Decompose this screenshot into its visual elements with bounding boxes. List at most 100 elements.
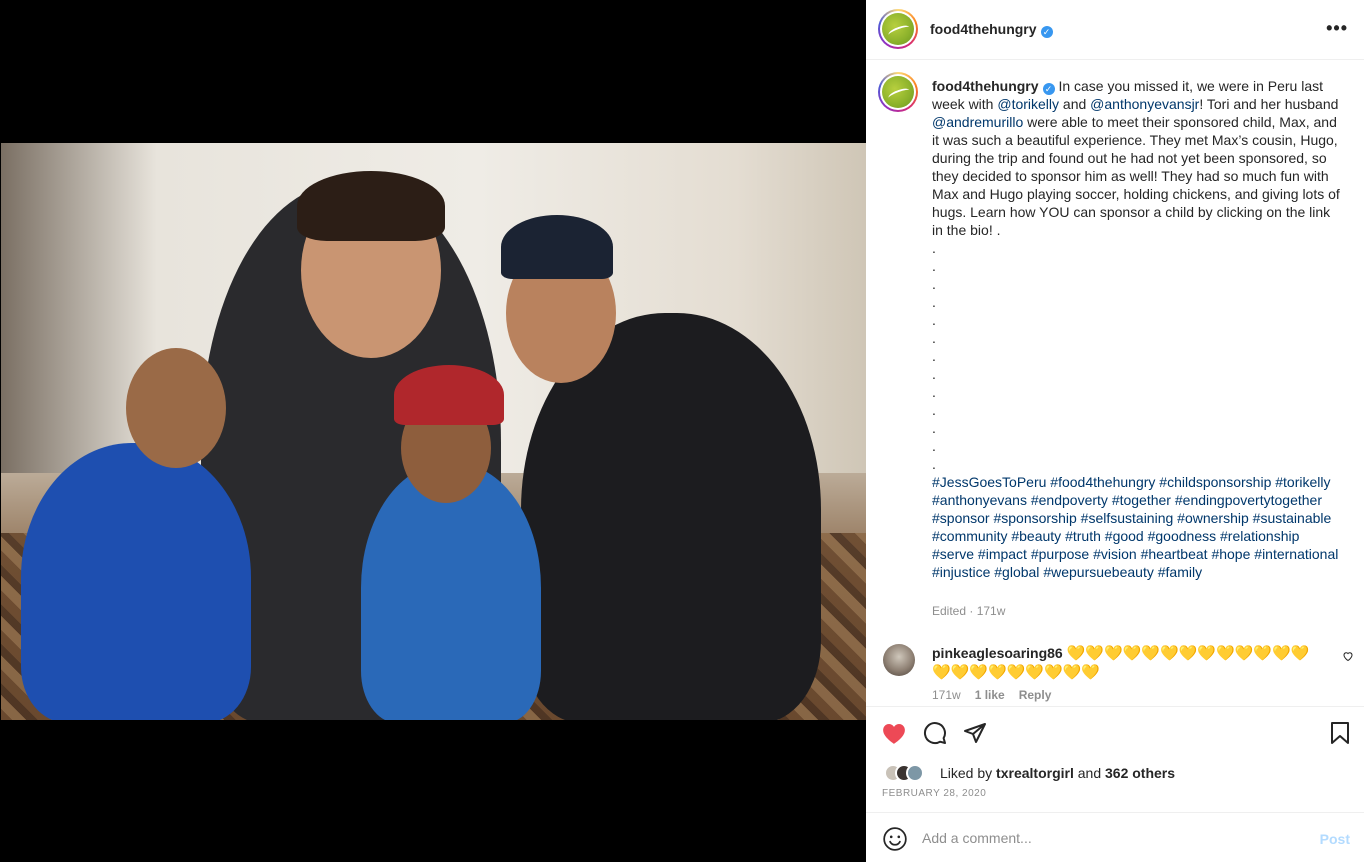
photo-child-center-cap (394, 365, 504, 425)
edited-label: Edited (932, 604, 967, 618)
post-comment-button[interactable]: Post (1320, 831, 1350, 847)
liked-by-prefix: Liked by (940, 765, 997, 781)
food4thehungry-logo-icon (882, 13, 914, 45)
hashtag-link[interactable]: #selfsustaining (1081, 510, 1174, 526)
comment-likes[interactable]: 1 like (975, 688, 1005, 702)
liked-by-others[interactable]: 362 others (1105, 765, 1175, 781)
mention-link[interactable]: @anthonyevansjr (1090, 96, 1199, 112)
comment-age[interactable]: 171w (932, 688, 961, 702)
comment-input[interactable] (922, 827, 1292, 849)
hashtag-link[interactable]: #food4thehungry (1050, 474, 1155, 490)
caption-dot: . (932, 456, 936, 472)
save-button[interactable] (1326, 719, 1354, 747)
photo-child-left-head (126, 348, 226, 468)
emoji-button[interactable] (882, 826, 908, 852)
post-caption: food4thehungry ✓ In case you missed it, w… (932, 77, 1342, 581)
caption-username[interactable]: food4thehungry (932, 78, 1039, 94)
share-button[interactable] (961, 719, 989, 747)
photo-man-hair (297, 171, 445, 241)
comment-button[interactable] (921, 719, 949, 747)
caption-text: and (1059, 96, 1091, 112)
hashtag-link[interactable]: #community (932, 528, 1007, 544)
caption-dot: . (932, 312, 936, 328)
author-username[interactable]: food4thehungry (930, 21, 1037, 37)
hashtag-link[interactable]: #sponsorship (993, 510, 1076, 526)
hashtag-link[interactable]: #childsponsorship (1159, 474, 1271, 490)
verified-badge-icon: ✓ (1040, 26, 1053, 38)
add-comment-bar: Post (866, 812, 1364, 862)
liked-by-user[interactable]: txrealtorgirl (996, 765, 1074, 781)
caption-dot: . (932, 420, 936, 436)
liker-avatars[interactable] (884, 764, 924, 784)
caption-dot: . (932, 240, 936, 256)
hashtag-link[interactable]: #purpose (1031, 546, 1089, 562)
hashtag-link[interactable]: #together (1112, 492, 1171, 508)
hashtag-link[interactable]: #JessGoesToPeru (932, 474, 1046, 490)
heart-filled-icon (883, 723, 905, 744)
caption-dot: . (932, 438, 936, 454)
hashtag-link[interactable]: #sponsor (932, 510, 990, 526)
caption-dot: . (932, 294, 936, 310)
caption-dot: . (932, 384, 936, 400)
caption-dot: . (932, 276, 936, 292)
hashtag-link[interactable]: #hope (1211, 546, 1250, 562)
caption-text: were able to meet their sponsored child,… (932, 114, 1340, 238)
hashtag-link[interactable]: #family (1158, 564, 1202, 580)
liked-by-mid: and (1073, 765, 1105, 781)
author-username-row: food4thehungry ✓ (930, 21, 1053, 39)
mention-link[interactable]: @andremurillo (932, 114, 1023, 130)
post-header: food4thehungry ✓ ••• (866, 0, 1364, 60)
hashtag-link[interactable]: #international (1254, 546, 1338, 562)
post-photo[interactable] (1, 143, 866, 720)
hashtag-link[interactable]: #wepursuebeauty (1043, 564, 1154, 580)
hashtag-link[interactable]: #sustainable (1253, 510, 1332, 526)
commenter-avatar[interactable] (883, 644, 915, 676)
hashtag-link[interactable]: #ownership (1177, 510, 1249, 526)
caption-dot: . (932, 348, 936, 364)
liker-avatar (906, 764, 924, 782)
reply-button[interactable]: Reply (1019, 688, 1052, 702)
hashtag-link[interactable]: #anthonyevans (932, 492, 1027, 508)
hashtag-link[interactable]: #endpoverty (1031, 492, 1108, 508)
like-button[interactable] (880, 719, 908, 747)
caption-dot: . (932, 366, 936, 382)
post-actions: Liked by txrealtorgirl and 362 others FE… (866, 706, 1364, 811)
hashtag-link[interactable]: #torikelly (1275, 474, 1330, 490)
mention-link[interactable]: @torikelly (997, 96, 1059, 112)
post-media (0, 0, 866, 862)
caption-dot: . (932, 258, 936, 274)
hashtag-link[interactable]: #good (1105, 528, 1144, 544)
caption-dot: . (932, 402, 936, 418)
hashtag-link[interactable]: #relationship (1220, 528, 1299, 544)
hashtag-link[interactable]: #goodness (1148, 528, 1217, 544)
bookmark-icon (1331, 722, 1349, 744)
author-avatar[interactable] (878, 9, 918, 49)
comment-meta: 171w 1 like Reply (932, 688, 1065, 702)
hashtag-link[interactable]: #heartbeat (1141, 546, 1208, 562)
comment-like-button[interactable] (1342, 650, 1354, 665)
hashtag-link[interactable]: #impact (978, 546, 1027, 562)
hashtag-link[interactable]: #global (994, 564, 1039, 580)
hashtag-link[interactable]: #beauty (1011, 528, 1061, 544)
verified-badge-icon: ✓ (1042, 83, 1055, 95)
hashtag-link[interactable]: #injustice (932, 564, 990, 580)
hashtag-link[interactable]: #vision (1093, 546, 1137, 562)
food4thehungry-logo-icon (882, 76, 914, 108)
post-date[interactable]: FEBRUARY 28, 2020 (882, 788, 986, 799)
comments-scroll-area[interactable]: food4thehungry ✓ In case you missed it, w… (866, 60, 1364, 706)
liked-by-text: Liked by txrealtorgirl and 362 others (940, 765, 1175, 781)
caption-meta: Edited · 171w (932, 604, 1005, 618)
more-options-button[interactable]: ••• (1326, 18, 1348, 39)
caption-dots: . . . . . . . . . . . . . (932, 239, 1342, 473)
commenter-username[interactable]: pinkeaglesoaring86 (932, 645, 1063, 661)
caption-age[interactable]: 171w (977, 604, 1006, 618)
comment-bubble-icon (923, 722, 946, 745)
photo-person-child-left (21, 443, 251, 720)
hashtag-list: #JessGoesToPeru #food4thehungry #childsp… (932, 473, 1342, 581)
caption-author-avatar[interactable] (878, 72, 918, 112)
hashtag-link[interactable]: #endingpovertytogether (1175, 492, 1322, 508)
hashtag-link[interactable]: #truth (1065, 528, 1101, 544)
hashtag-link[interactable]: #serve (932, 546, 974, 562)
photo-woman-cap (501, 215, 613, 279)
post-side-panel: food4thehungry ✓ ••• food4thehungry ✓ In c… (866, 0, 1364, 862)
